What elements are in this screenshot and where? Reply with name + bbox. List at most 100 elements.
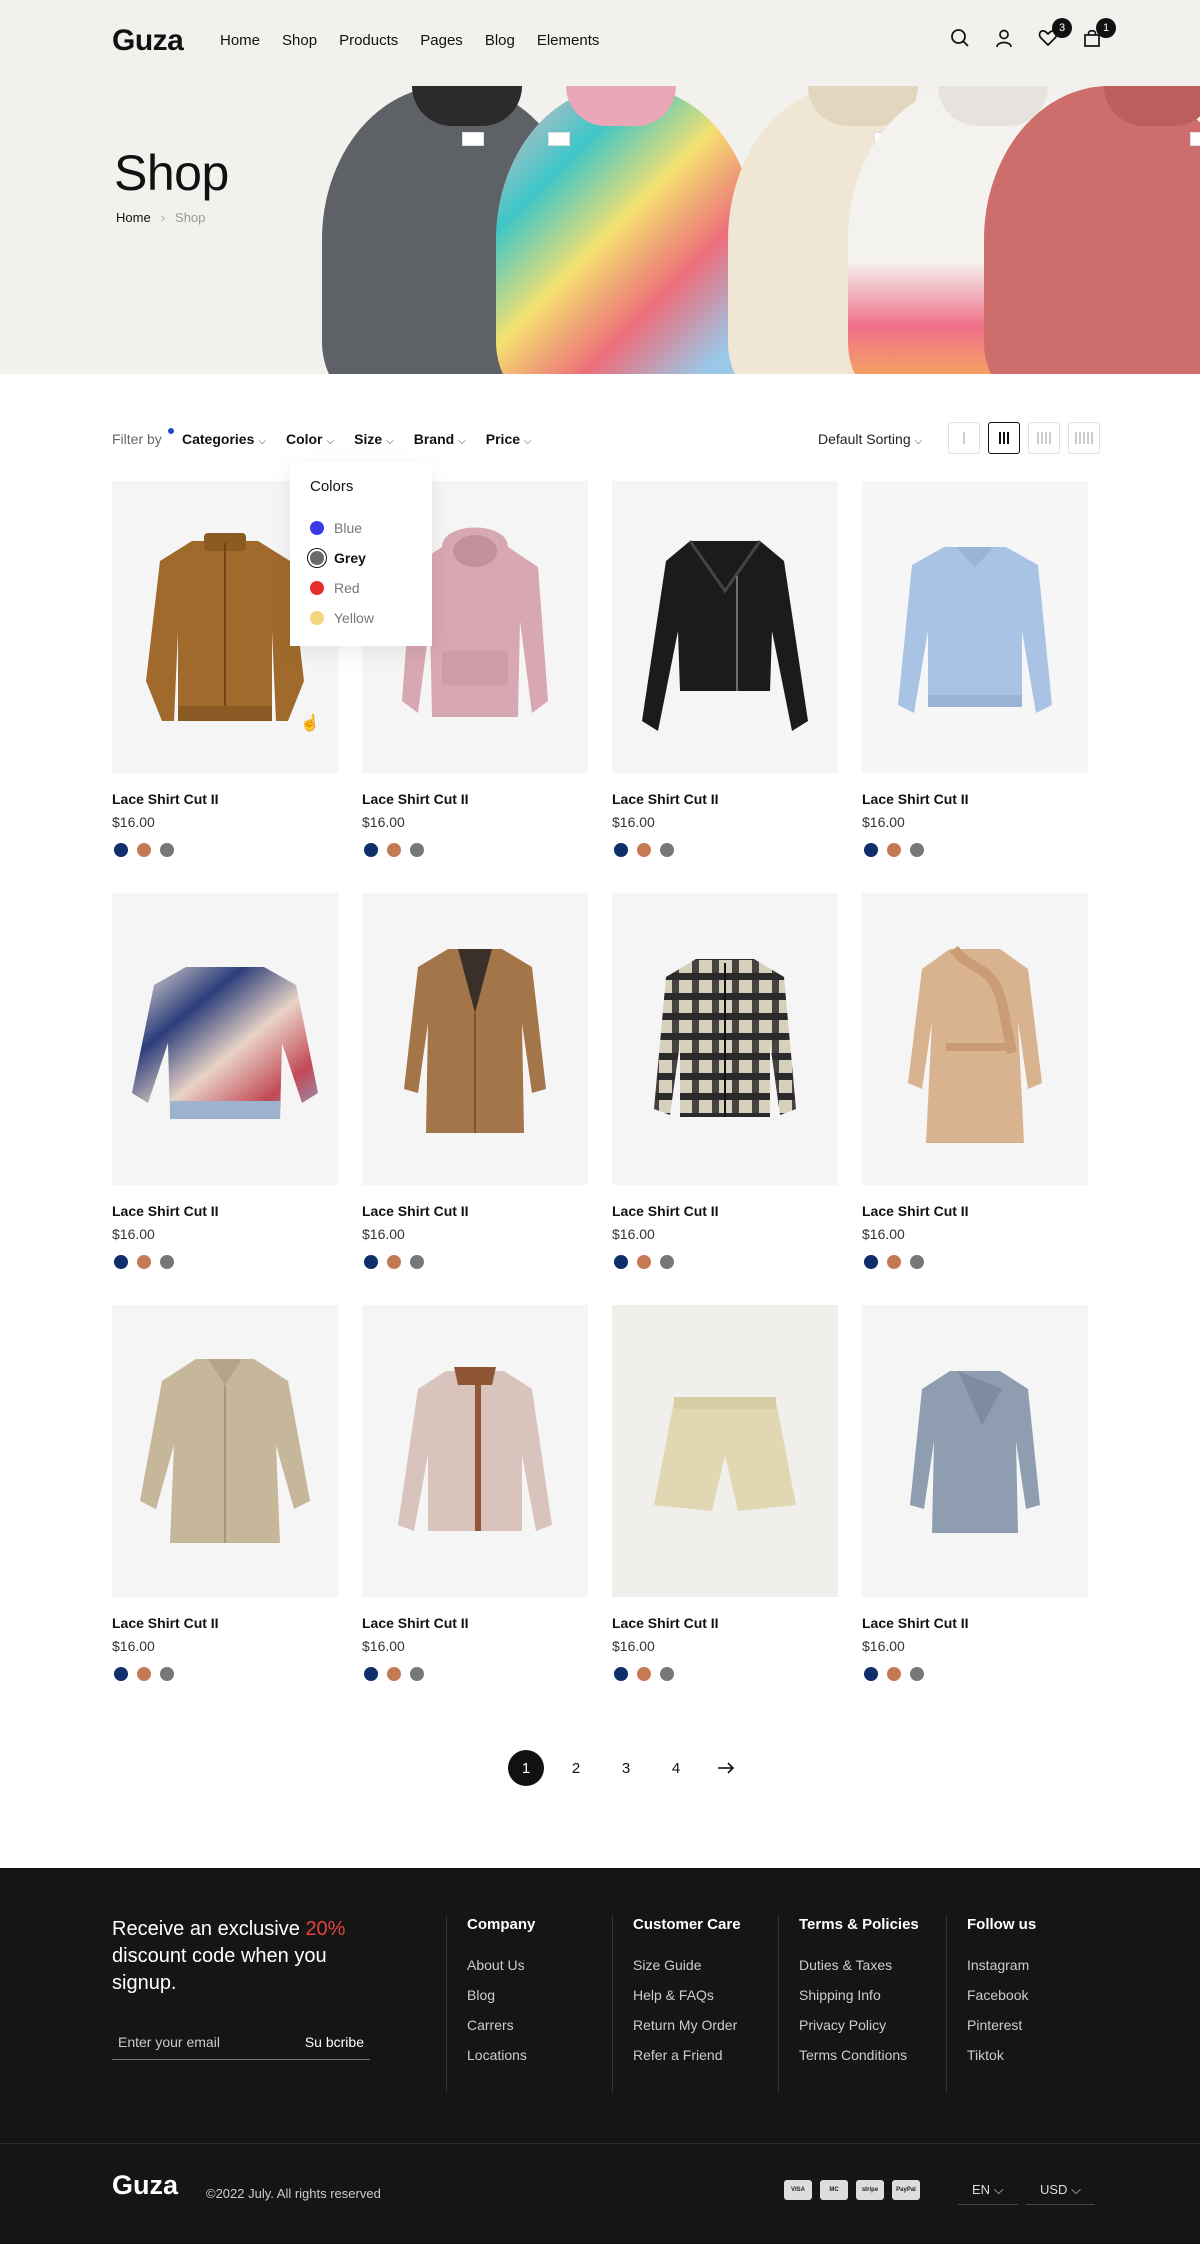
product-name[interactable]: Lace Shirt Cut II — [862, 1615, 969, 1631]
swatch-grey[interactable] — [410, 1667, 424, 1681]
footer-link[interactable]: Refer a Friend — [633, 2047, 741, 2077]
swatch-tan[interactable] — [387, 1255, 401, 1269]
sort-select[interactable]: Default Sorting ⌵ — [818, 431, 922, 447]
footer-link[interactable]: Duties & Taxes — [799, 1957, 919, 1987]
swatch-tan[interactable] — [137, 1667, 151, 1681]
view-4-columns-icon[interactable] — [1028, 422, 1060, 454]
color-option-grey[interactable]: Grey — [310, 543, 412, 573]
swatch-tan[interactable] — [387, 843, 401, 857]
swatch-navy[interactable] — [864, 1667, 878, 1681]
swatch-tan[interactable] — [137, 843, 151, 857]
footer-link-tiktok[interactable]: Tiktok — [967, 2047, 1036, 2077]
language-select[interactable]: EN ⌵ — [958, 2182, 1018, 2205]
swatch-navy[interactable] — [614, 843, 628, 857]
product-name[interactable]: Lace Shirt Cut II — [112, 1203, 219, 1219]
swatch-navy[interactable] — [364, 1667, 378, 1681]
nav-elements[interactable]: Elements — [537, 32, 600, 49]
swatch-navy[interactable] — [864, 843, 878, 857]
filter-brand[interactable]: Brand ⌵ — [414, 431, 466, 447]
swatch-tan[interactable] — [887, 843, 901, 857]
swatch-navy[interactable] — [114, 843, 128, 857]
page-2-button[interactable]: 2 — [558, 1750, 594, 1786]
swatch-grey[interactable] — [910, 1255, 924, 1269]
filter-categories[interactable]: Categories ⌵ — [182, 431, 266, 447]
nav-pages[interactable]: Pages — [420, 32, 463, 49]
footer-link-pinterest[interactable]: Pinterest — [967, 2017, 1036, 2047]
swatch-grey[interactable] — [160, 843, 174, 857]
product-name[interactable]: Lace Shirt Cut II — [612, 1203, 719, 1219]
nav-home[interactable]: Home — [220, 32, 260, 49]
product-image[interactable] — [862, 893, 1088, 1185]
color-option-red[interactable]: Red — [310, 573, 412, 603]
footer-link[interactable]: About Us — [467, 1957, 535, 1987]
nav-products[interactable]: Products — [339, 32, 398, 49]
footer-link[interactable]: Return My Order — [633, 2017, 741, 2047]
page-1-button[interactable]: 1 — [508, 1750, 544, 1786]
footer-link[interactable]: Help & FAQs — [633, 1987, 741, 2017]
swatch-grey[interactable] — [660, 1667, 674, 1681]
product-image[interactable] — [862, 481, 1088, 773]
swatch-grey[interactable] — [160, 1255, 174, 1269]
subscribe-button[interactable]: Su bcribe — [305, 2034, 364, 2050]
product-name[interactable]: Lace Shirt Cut II — [362, 1615, 469, 1631]
product-name[interactable]: Lace Shirt Cut II — [362, 1203, 469, 1219]
swatch-grey[interactable] — [410, 843, 424, 857]
product-image[interactable] — [362, 893, 588, 1185]
product-image[interactable] — [112, 1305, 338, 1597]
product-name[interactable]: Lace Shirt Cut II — [612, 1615, 719, 1631]
product-name[interactable]: Lace Shirt Cut II — [612, 791, 719, 807]
nav-shop[interactable]: Shop — [282, 32, 317, 49]
product-name[interactable]: Lace Shirt Cut II — [862, 791, 969, 807]
swatch-navy[interactable] — [364, 1255, 378, 1269]
footer-link[interactable]: Blog — [467, 1987, 535, 2017]
swatch-grey[interactable] — [660, 843, 674, 857]
logo[interactable]: Guza — [112, 24, 184, 58]
user-icon[interactable] — [992, 26, 1016, 50]
swatch-tan[interactable] — [387, 1667, 401, 1681]
filter-size[interactable]: Size ⌵ — [354, 431, 394, 447]
currency-select[interactable]: USD ⌵ — [1026, 2182, 1095, 2205]
color-option-yellow[interactable]: Yellow — [310, 603, 412, 633]
swatch-navy[interactable] — [114, 1255, 128, 1269]
product-image[interactable] — [862, 1305, 1088, 1597]
swatch-grey[interactable] — [410, 1255, 424, 1269]
color-option-blue[interactable]: Blue — [310, 513, 412, 543]
view-2-columns-icon[interactable] — [948, 422, 980, 454]
swatch-tan[interactable] — [637, 843, 651, 857]
footer-link[interactable]: Size Guide — [633, 1957, 741, 1987]
swatch-tan[interactable] — [887, 1255, 901, 1269]
product-image[interactable] — [362, 1305, 588, 1597]
view-3-columns-icon[interactable] — [988, 422, 1020, 454]
filter-price[interactable]: Price ⌵ — [486, 431, 532, 447]
swatch-navy[interactable] — [614, 1667, 628, 1681]
footer-link[interactable]: Terms Conditions — [799, 2047, 919, 2077]
footer-link[interactable]: Privacy Policy — [799, 2017, 919, 2047]
product-image[interactable] — [612, 481, 838, 773]
product-image[interactable] — [612, 893, 838, 1185]
swatch-navy[interactable] — [364, 843, 378, 857]
page-4-button[interactable]: 4 — [658, 1750, 694, 1786]
product-image[interactable] — [112, 893, 338, 1185]
page-3-button[interactable]: 3 — [608, 1750, 644, 1786]
swatch-grey[interactable] — [160, 1667, 174, 1681]
breadcrumb-home[interactable]: Home — [116, 210, 151, 225]
cart-icon[interactable]: 1 — [1080, 18, 1116, 50]
product-name[interactable]: Lace Shirt Cut II — [362, 791, 469, 807]
swatch-tan[interactable] — [137, 1255, 151, 1269]
swatch-tan[interactable] — [637, 1667, 651, 1681]
email-input[interactable]: Enter your email — [118, 2034, 220, 2050]
swatch-grey[interactable] — [660, 1255, 674, 1269]
filter-color[interactable]: Color ⌵ — [286, 431, 334, 447]
footer-link-instagram[interactable]: Instagram — [967, 1957, 1036, 1987]
product-name[interactable]: Lace Shirt Cut II — [112, 791, 219, 807]
nav-blog[interactable]: Blog — [485, 32, 515, 49]
product-image[interactable] — [612, 1305, 838, 1597]
footer-logo[interactable]: Guza — [112, 2170, 178, 2201]
next-page-arrow-icon[interactable] — [708, 1750, 744, 1786]
footer-link[interactable]: Locations — [467, 2047, 535, 2077]
swatch-navy[interactable] — [114, 1667, 128, 1681]
swatch-navy[interactable] — [864, 1255, 878, 1269]
swatch-tan[interactable] — [637, 1255, 651, 1269]
view-5-columns-icon[interactable] — [1068, 422, 1100, 454]
swatch-tan[interactable] — [887, 1667, 901, 1681]
